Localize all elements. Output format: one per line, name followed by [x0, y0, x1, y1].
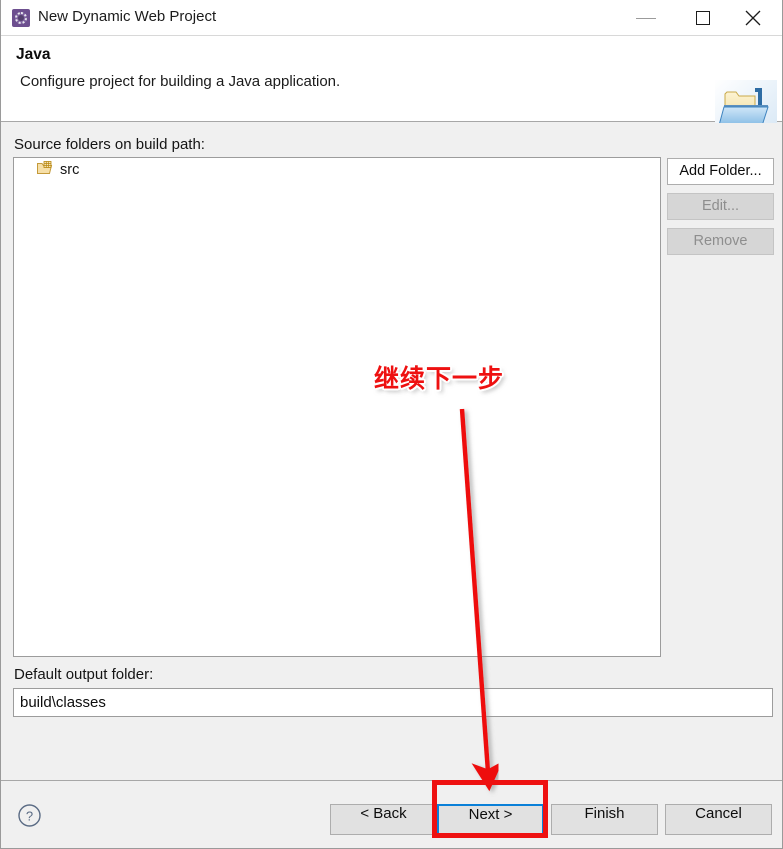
next-button[interactable]: Next >	[437, 804, 544, 835]
close-icon[interactable]	[730, 0, 776, 35]
eclipse-wizard-icon	[12, 9, 30, 27]
remove-button: Remove	[667, 228, 774, 255]
finish-button[interactable]: Finish	[551, 804, 658, 835]
svg-text:?: ?	[26, 809, 33, 824]
wizard-page-body: Source folders on build path: src Add Fo…	[1, 123, 782, 780]
page-description: Configure project for building a Java ap…	[20, 73, 341, 90]
output-folder-label: Default output folder:	[14, 666, 154, 683]
new-dynamic-web-project-dialog: New Dynamic Web Project Java Configure p…	[0, 0, 783, 849]
source-folders-label: Source folders on build path:	[14, 136, 205, 153]
edit-button: Edit...	[667, 193, 774, 220]
help-question-icon[interactable]: ?	[17, 803, 42, 828]
list-item[interactable]: src	[14, 158, 660, 182]
maximize-icon[interactable]	[680, 0, 726, 35]
window-title: New Dynamic Web Project	[38, 8, 217, 25]
minimize-icon[interactable]	[623, 0, 669, 35]
wizard-page-header: Java Configure project for building a Ja…	[1, 36, 782, 136]
back-button[interactable]: < Back	[330, 804, 437, 835]
source-folder-icon	[37, 160, 53, 180]
source-folders-list[interactable]: src	[13, 157, 661, 657]
cancel-button[interactable]: Cancel	[665, 804, 772, 835]
page-title: Java	[16, 46, 51, 63]
dialog-footer: ? < Back Next > Finish Cancel https://bl…	[1, 780, 782, 848]
add-folder-button[interactable]: Add Folder...	[667, 158, 774, 185]
title-bar: New Dynamic Web Project	[1, 0, 782, 36]
output-folder-input[interactable]	[13, 688, 773, 717]
list-item-label: src	[60, 162, 80, 178]
